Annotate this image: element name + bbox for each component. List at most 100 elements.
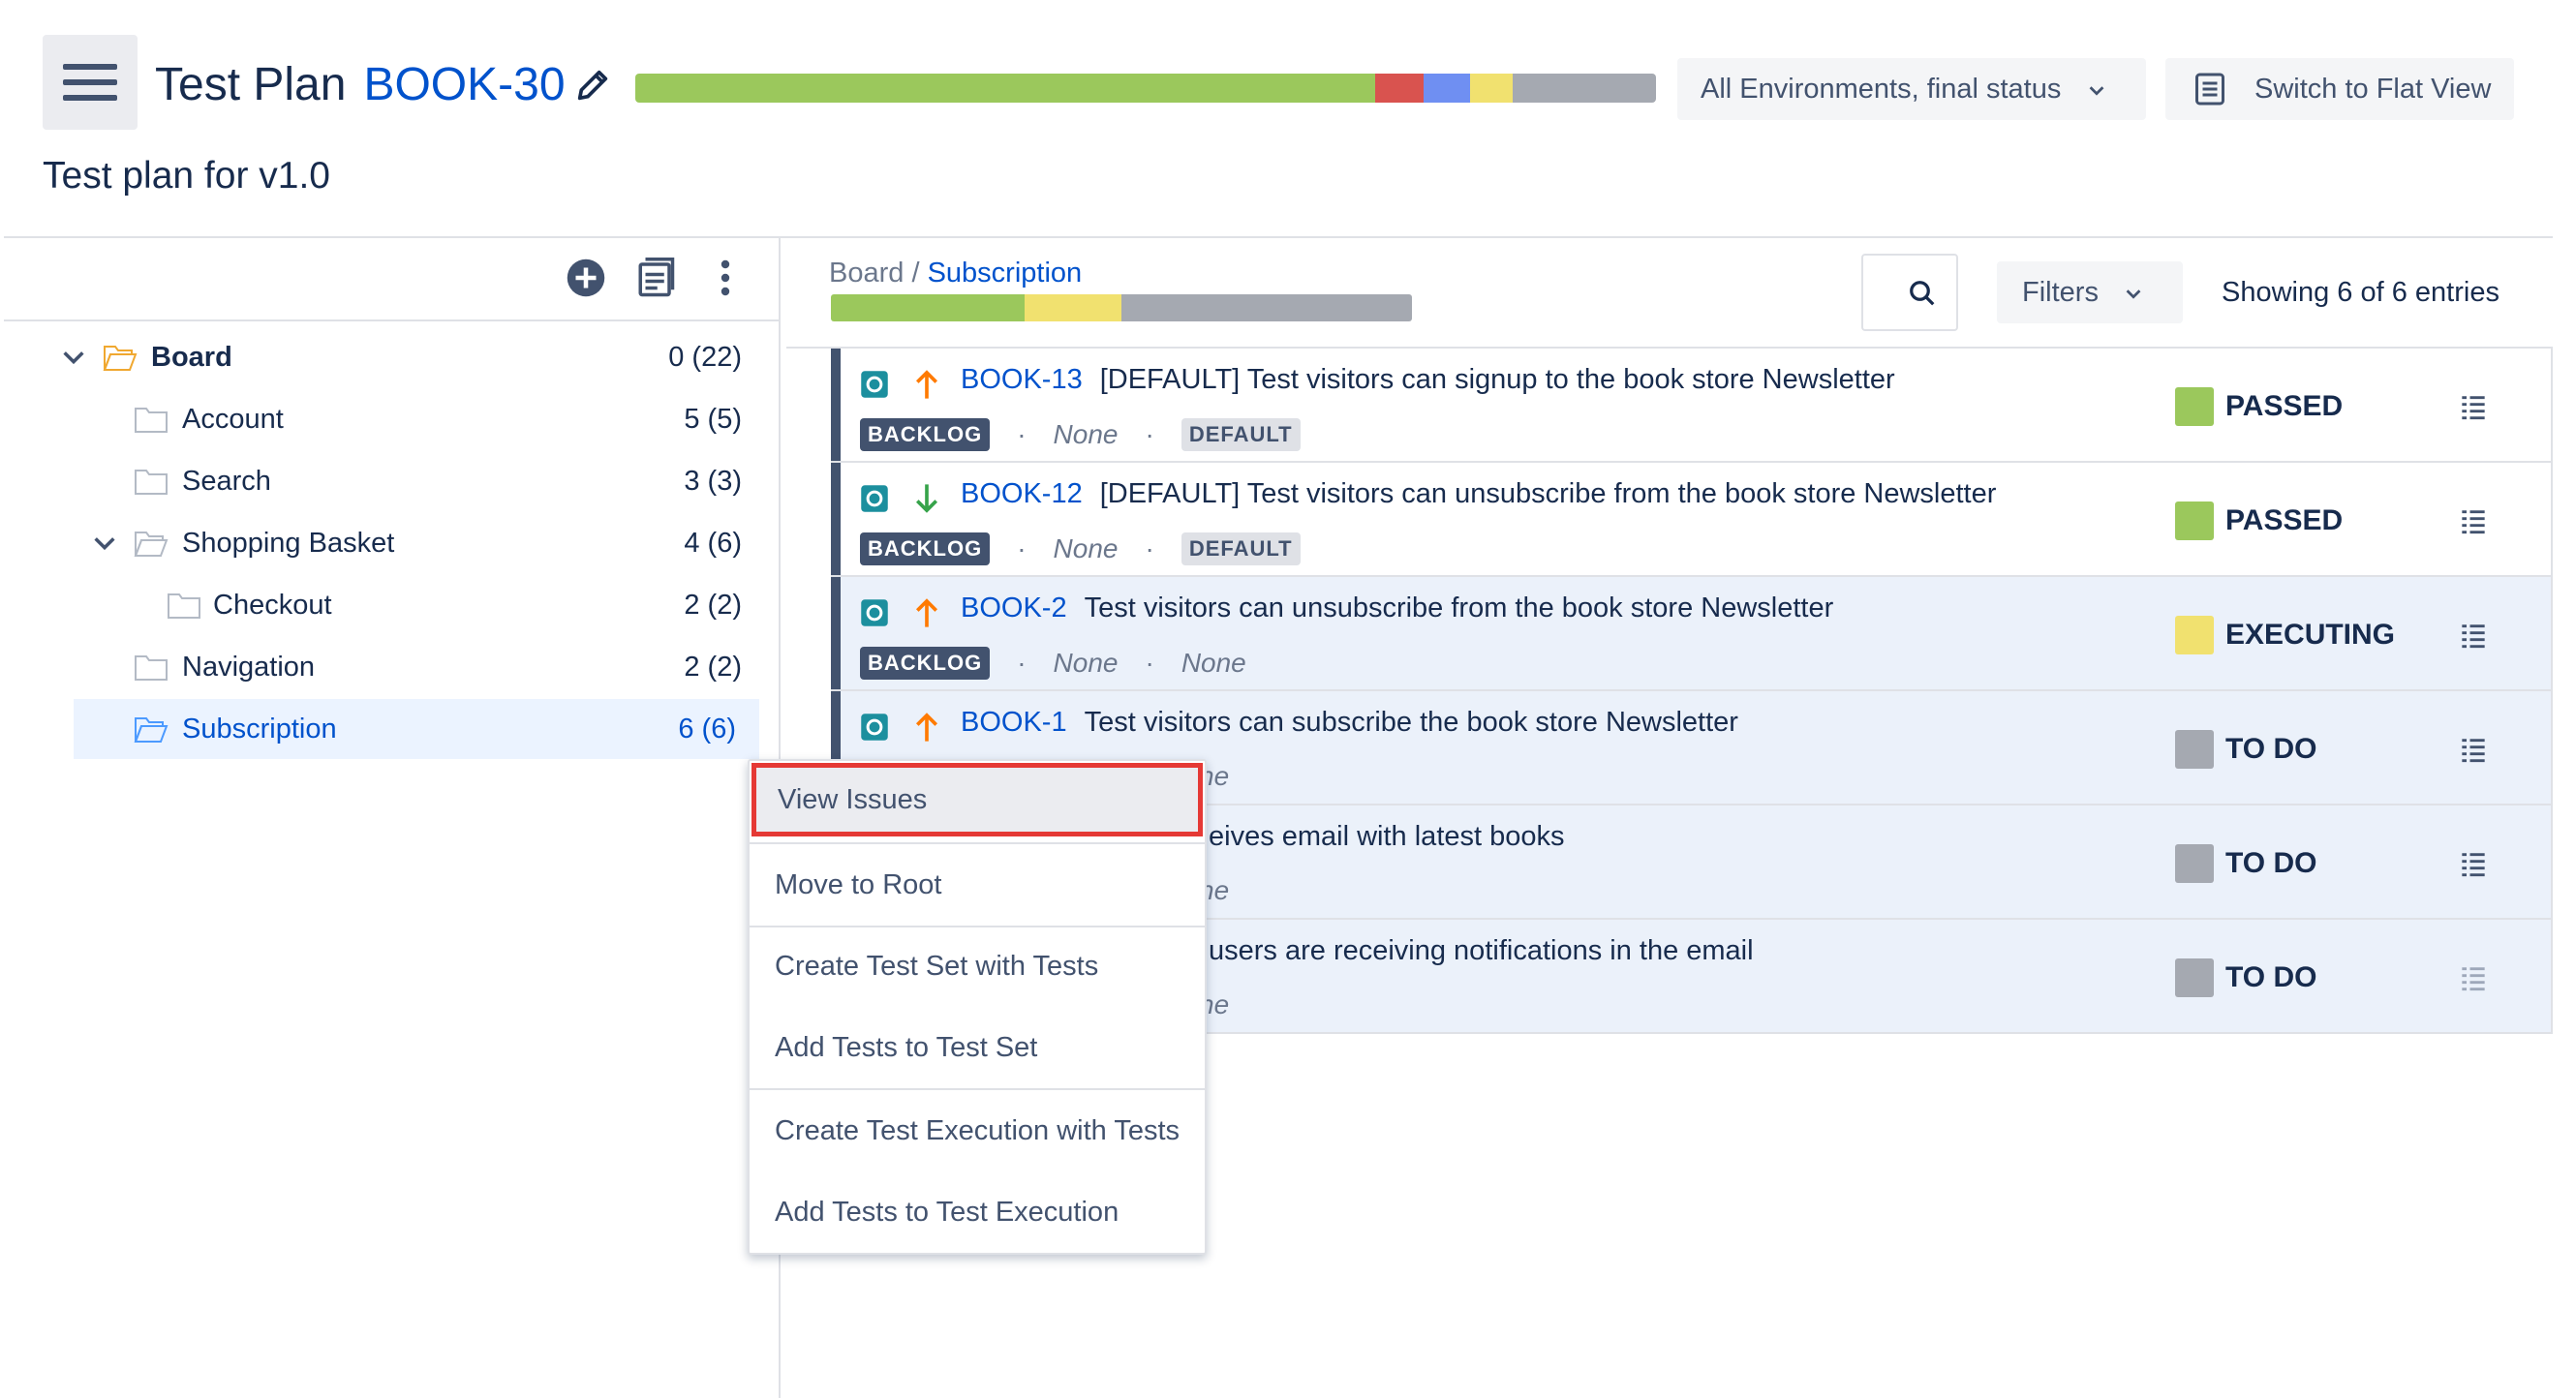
folder-open-icon: [103, 346, 138, 371]
tree-item-label: Search: [182, 465, 271, 497]
menu-item-create-test-set[interactable]: Create Test Set with Tests: [750, 926, 1205, 1007]
test-row[interactable]: BOOK-2 Test visitors can unsubscribe from…: [831, 577, 2553, 691]
menu-item-create-test-execution[interactable]: Create Test Execution with Tests: [750, 1090, 1205, 1171]
test-title: BOOK-2 Test visitors can unsubscribe from…: [961, 593, 1833, 624]
switch-flat-view-button[interactable]: Switch to Flat View: [2165, 58, 2514, 120]
menu-item-move-to-root[interactable]: Move to Root: [750, 844, 1205, 926]
status-color-swatch: [2175, 844, 2214, 883]
add-folder-icon[interactable]: [566, 258, 606, 298]
folder-progress-bar: [831, 294, 1412, 321]
test-title: BOOK-1 Test visitors can subscribe the bo…: [961, 707, 1738, 739]
filters-label: Filters: [2022, 276, 2099, 308]
filters-dropdown[interactable]: Filters: [1997, 261, 2183, 323]
edit-pencil-icon[interactable]: [573, 66, 612, 105]
tree-item-board[interactable]: Board 0 (22): [0, 327, 765, 387]
chevron-down-icon[interactable]: [60, 344, 87, 371]
tree-item-shopping-basket[interactable]: Shopping Basket 4 (6): [0, 513, 765, 573]
chevron-down-icon: [2126, 289, 2141, 299]
menu-item-add-tests-to-test-set[interactable]: Add Tests to Test Set: [750, 1007, 1205, 1088]
test-type-icon: [861, 599, 888, 626]
test-status-label: EXECUTING: [2225, 619, 2396, 651]
list-details-icon[interactable]: [2460, 622, 2487, 649]
search-input[interactable]: [1861, 254, 1958, 331]
test-status[interactable]: PASSED: [2175, 501, 2343, 540]
list-details-icon[interactable]: [2460, 507, 2487, 534]
progress-other-segment: [1424, 74, 1470, 103]
list-details-icon[interactable]: [2460, 850, 2487, 877]
test-summary: [DEFAULT] Test visitors can signup to th…: [1099, 364, 1895, 395]
priority-high-icon: [915, 713, 938, 742]
chevron-down-icon[interactable]: [91, 530, 118, 557]
tree-item-count: 5 (5): [684, 403, 742, 435]
tree-item-label: Checkout: [213, 589, 332, 621]
breadcrumb-root[interactable]: Board: [829, 258, 904, 289]
folder-icon: [135, 655, 168, 681]
test-meta: BACKLOG · None · None: [860, 647, 1246, 680]
test-status-label: TO DO: [2225, 847, 2317, 879]
chevron-down-icon: [2089, 86, 2104, 96]
more-options-icon[interactable]: [705, 258, 746, 298]
list-details-icon[interactable]: [2460, 736, 2487, 763]
environment-select[interactable]: All Environments, final status: [1677, 58, 2146, 120]
test-key-link[interactable]: BOOK-2: [961, 593, 1067, 623]
test-summary: Test visitors can subscribe the book sto…: [1084, 707, 1738, 738]
status-color-swatch: [2175, 730, 2214, 769]
menu-item-view-issues[interactable]: View Issues: [751, 763, 1203, 836]
show-tests-icon[interactable]: [635, 258, 676, 298]
test-status-label: PASSED: [2225, 390, 2344, 422]
test-title: eives email with latest books: [1209, 821, 1565, 853]
folder-context-menu: View Issues Move to Root Create Test Set…: [748, 759, 1207, 1255]
breadcrumb-current[interactable]: Subscription: [928, 258, 1083, 289]
progress-failed-segment: [1375, 74, 1424, 103]
tree-item-checkout[interactable]: Checkout 2 (2): [0, 575, 765, 635]
progress-todo-segment: [1513, 74, 1656, 103]
test-title: BOOK-13 [DEFAULT] Test visitors can signu…: [961, 364, 1895, 396]
test-status-label: TO DO: [2225, 961, 2317, 993]
test-plan-key-link[interactable]: BOOK-30: [363, 56, 565, 114]
test-summary: users are receiving notifications in the…: [1209, 935, 1754, 966]
tree-item-label: Account: [182, 403, 284, 435]
tree-item-count: 4 (6): [684, 527, 742, 559]
test-status[interactable]: TO DO: [2175, 958, 2316, 997]
folder-icon: [168, 593, 200, 619]
menu-item-add-tests-to-test-execution[interactable]: Add Tests to Test Execution: [750, 1171, 1205, 1253]
tree-item-count: 2 (2): [684, 589, 742, 621]
folder-icon: [135, 408, 168, 433]
search-icon: [1910, 281, 1935, 306]
tree-item-navigation[interactable]: Navigation 2 (2): [0, 637, 765, 697]
test-type-icon: [861, 485, 888, 512]
test-row[interactable]: BOOK-13 [DEFAULT] Test visitors can signu…: [831, 349, 2553, 463]
test-type-icon: [861, 371, 888, 398]
breadcrumb: Board / Subscription: [829, 258, 1082, 289]
test-meta-value: None: [1053, 648, 1119, 678]
tree-toolbar: [0, 238, 779, 321]
status-color-swatch: [2175, 616, 2214, 654]
test-row[interactable]: BOOK-12 [DEFAULT] Test visitors can unsub…: [831, 463, 2553, 577]
test-status[interactable]: PASSED: [2175, 387, 2343, 426]
test-status[interactable]: EXECUTING: [2175, 616, 2395, 654]
tree-item-search[interactable]: Search 3 (3): [0, 451, 765, 511]
tree-item-label: Subscription: [182, 713, 337, 745]
test-status[interactable]: TO DO: [2175, 730, 2316, 769]
test-plan-progress-bar: [635, 74, 1656, 103]
test-key-link[interactable]: BOOK-1: [961, 707, 1067, 738]
status-badge: BACKLOG: [860, 647, 991, 680]
breadcrumb-separator: /: [904, 258, 928, 289]
progress-passed-segment: [635, 74, 1375, 103]
list-details-icon[interactable]: [2460, 393, 2487, 420]
test-key-link[interactable]: BOOK-13: [961, 364, 1083, 395]
list-details-icon[interactable]: [2460, 964, 2487, 991]
menu-button[interactable]: [43, 35, 138, 130]
folder-open-icon: [134, 532, 169, 557]
test-status[interactable]: TO DO: [2175, 844, 2316, 883]
tree-item-subscription[interactable]: Subscription 6 (6): [74, 699, 759, 759]
row-rank-bar: [831, 463, 841, 575]
hamburger-icon: [63, 64, 117, 70]
priority-high-icon: [915, 598, 938, 627]
entries-count: Showing 6 of 6 entries: [2222, 277, 2499, 308]
priority-low-icon: [915, 484, 938, 513]
test-meta-value: None: [1053, 533, 1119, 563]
status-color-swatch: [2175, 501, 2214, 540]
test-key-link[interactable]: BOOK-12: [961, 478, 1083, 509]
tree-item-account[interactable]: Account 5 (5): [0, 389, 765, 449]
